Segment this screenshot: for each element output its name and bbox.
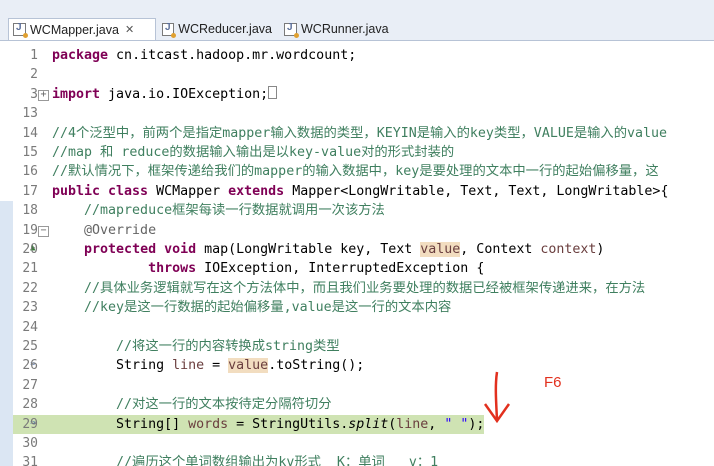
f6-annotation-label: F6 — [544, 374, 562, 391]
red-arrow-annotation — [483, 371, 511, 424]
